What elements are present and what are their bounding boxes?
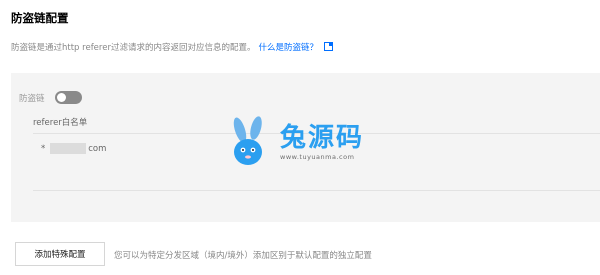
divider (33, 190, 600, 191)
add-config-hint: 您可以为特定分发区域（境内/境外）添加区别于默认配置的独立配置 (114, 251, 372, 261)
referer-entry: * com (41, 143, 106, 154)
referer-whitelist-title: referer白名单 (33, 118, 88, 128)
what-is-hotlink-link[interactable]: 什么是防盗链？ (258, 43, 318, 53)
watermark-text: 兔源码 www.tuyuanma.com (280, 123, 364, 161)
hotlink-switch-row: 防盗链 (19, 91, 82, 104)
external-link-icon[interactable] (323, 42, 333, 51)
entry-prefix: * (41, 143, 46, 154)
entry-suffix: com (88, 143, 107, 154)
watermark-title: 兔源码 (280, 123, 365, 153)
watermark: 兔源码 www.tuyuanma.com (226, 116, 364, 168)
page-title: 防盗链配置 (11, 11, 69, 25)
hotlink-toggle[interactable] (54, 91, 82, 104)
toggle-knob (56, 93, 66, 102)
masked-domain (50, 143, 87, 154)
hotlink-switch-label: 防盗链 (19, 93, 45, 104)
description: 防盗链是通过http referer过滤请求的内容返回对应信息的配置。 什么是防盗… (11, 41, 333, 53)
add-special-config-button[interactable]: 添加特殊配置 (15, 242, 105, 266)
description-text: 防盗链是通过http referer过滤请求的内容返回对应信息的配置。 (11, 43, 256, 53)
watermark-url: www.tuyuanma.com (280, 153, 355, 161)
rabbit-logo-icon (233, 116, 262, 165)
